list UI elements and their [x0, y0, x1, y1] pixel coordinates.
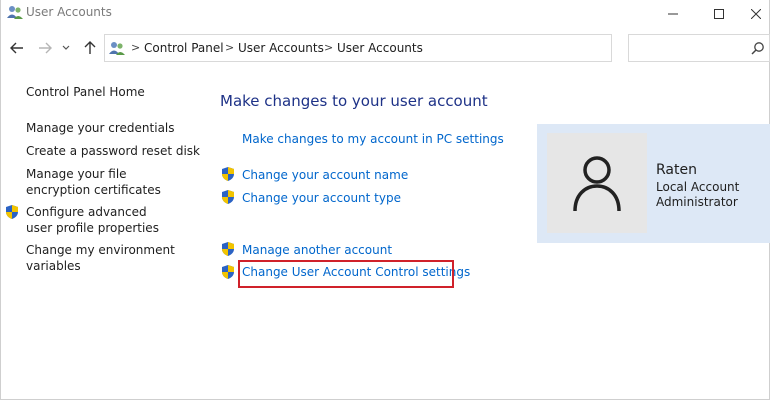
- search-icon: [751, 42, 764, 55]
- arrow-up-icon: [84, 41, 96, 54]
- breadcrumb-control-panel[interactable]: Control Panel: [144, 41, 224, 55]
- breadcrumb-separator[interactable]: >: [225, 41, 234, 54]
- chevron-down-icon: [62, 45, 70, 50]
- control-panel-icon: [109, 42, 125, 55]
- manage-another-account-link[interactable]: Manage another account: [242, 243, 392, 257]
- uac-shield-icon: [222, 190, 234, 204]
- search-input[interactable]: [628, 34, 770, 62]
- pc-settings-link[interactable]: Make changes to my account in PC setting…: [242, 132, 504, 146]
- account-name: Raten: [656, 162, 697, 178]
- avatar: [547, 133, 647, 233]
- maximize-button[interactable]: [696, 0, 742, 28]
- arrow-right-icon: [39, 42, 52, 54]
- account-panel: Raten Local Account Administrator: [537, 124, 770, 243]
- sidebar-item-environment-variables[interactable]: Change my environment variables: [26, 242, 176, 274]
- breadcrumb-user-accounts[interactable]: User Accounts: [238, 41, 324, 55]
- user-accounts-icon: [7, 6, 23, 19]
- uac-shield-icon: [222, 167, 234, 181]
- back-button[interactable]: [6, 37, 28, 59]
- recent-locations-button[interactable]: [58, 37, 74, 59]
- uac-shield-icon: [6, 205, 18, 219]
- page-title: Make changes to your user account: [220, 92, 488, 110]
- address-bar[interactable]: > Control Panel > User Accounts > User A…: [104, 34, 708, 62]
- up-button[interactable]: [79, 37, 101, 59]
- close-icon: [751, 9, 761, 19]
- sidebar-item-advanced-profile[interactable]: Configure advanced user profile properti…: [26, 204, 176, 236]
- user-icon: [573, 156, 621, 212]
- sidebar-item-manage-credentials[interactable]: Manage your credentials: [26, 120, 201, 136]
- sidebar-item-password-reset-disk[interactable]: Create a password reset disk: [26, 143, 201, 159]
- minimize-icon: [668, 13, 678, 15]
- forward-button[interactable]: [34, 37, 56, 59]
- breadcrumb-separator[interactable]: >: [131, 41, 140, 54]
- uac-shield-icon: [222, 242, 234, 256]
- minimize-button[interactable]: [650, 0, 696, 28]
- arrow-left-icon: [10, 42, 23, 54]
- uac-shield-icon: [222, 265, 234, 279]
- account-role: Administrator: [656, 195, 738, 209]
- account-type: Local Account: [656, 180, 740, 194]
- title-bar: User Accounts: [0, 0, 770, 28]
- change-account-type-link[interactable]: Change your account type: [242, 191, 401, 205]
- sidebar-item-file-encryption[interactable]: Manage your file encryption certificates: [26, 166, 191, 198]
- change-account-name-link[interactable]: Change your account name: [242, 168, 408, 182]
- breadcrumb-separator[interactable]: >: [324, 41, 333, 54]
- window-title: User Accounts: [26, 5, 112, 19]
- close-button[interactable]: [742, 0, 770, 28]
- maximize-icon: [714, 9, 724, 19]
- breadcrumb-user-accounts-current[interactable]: User Accounts: [337, 41, 423, 55]
- control-panel-home-link[interactable]: Control Panel Home: [26, 84, 201, 100]
- highlight-box: [238, 260, 454, 288]
